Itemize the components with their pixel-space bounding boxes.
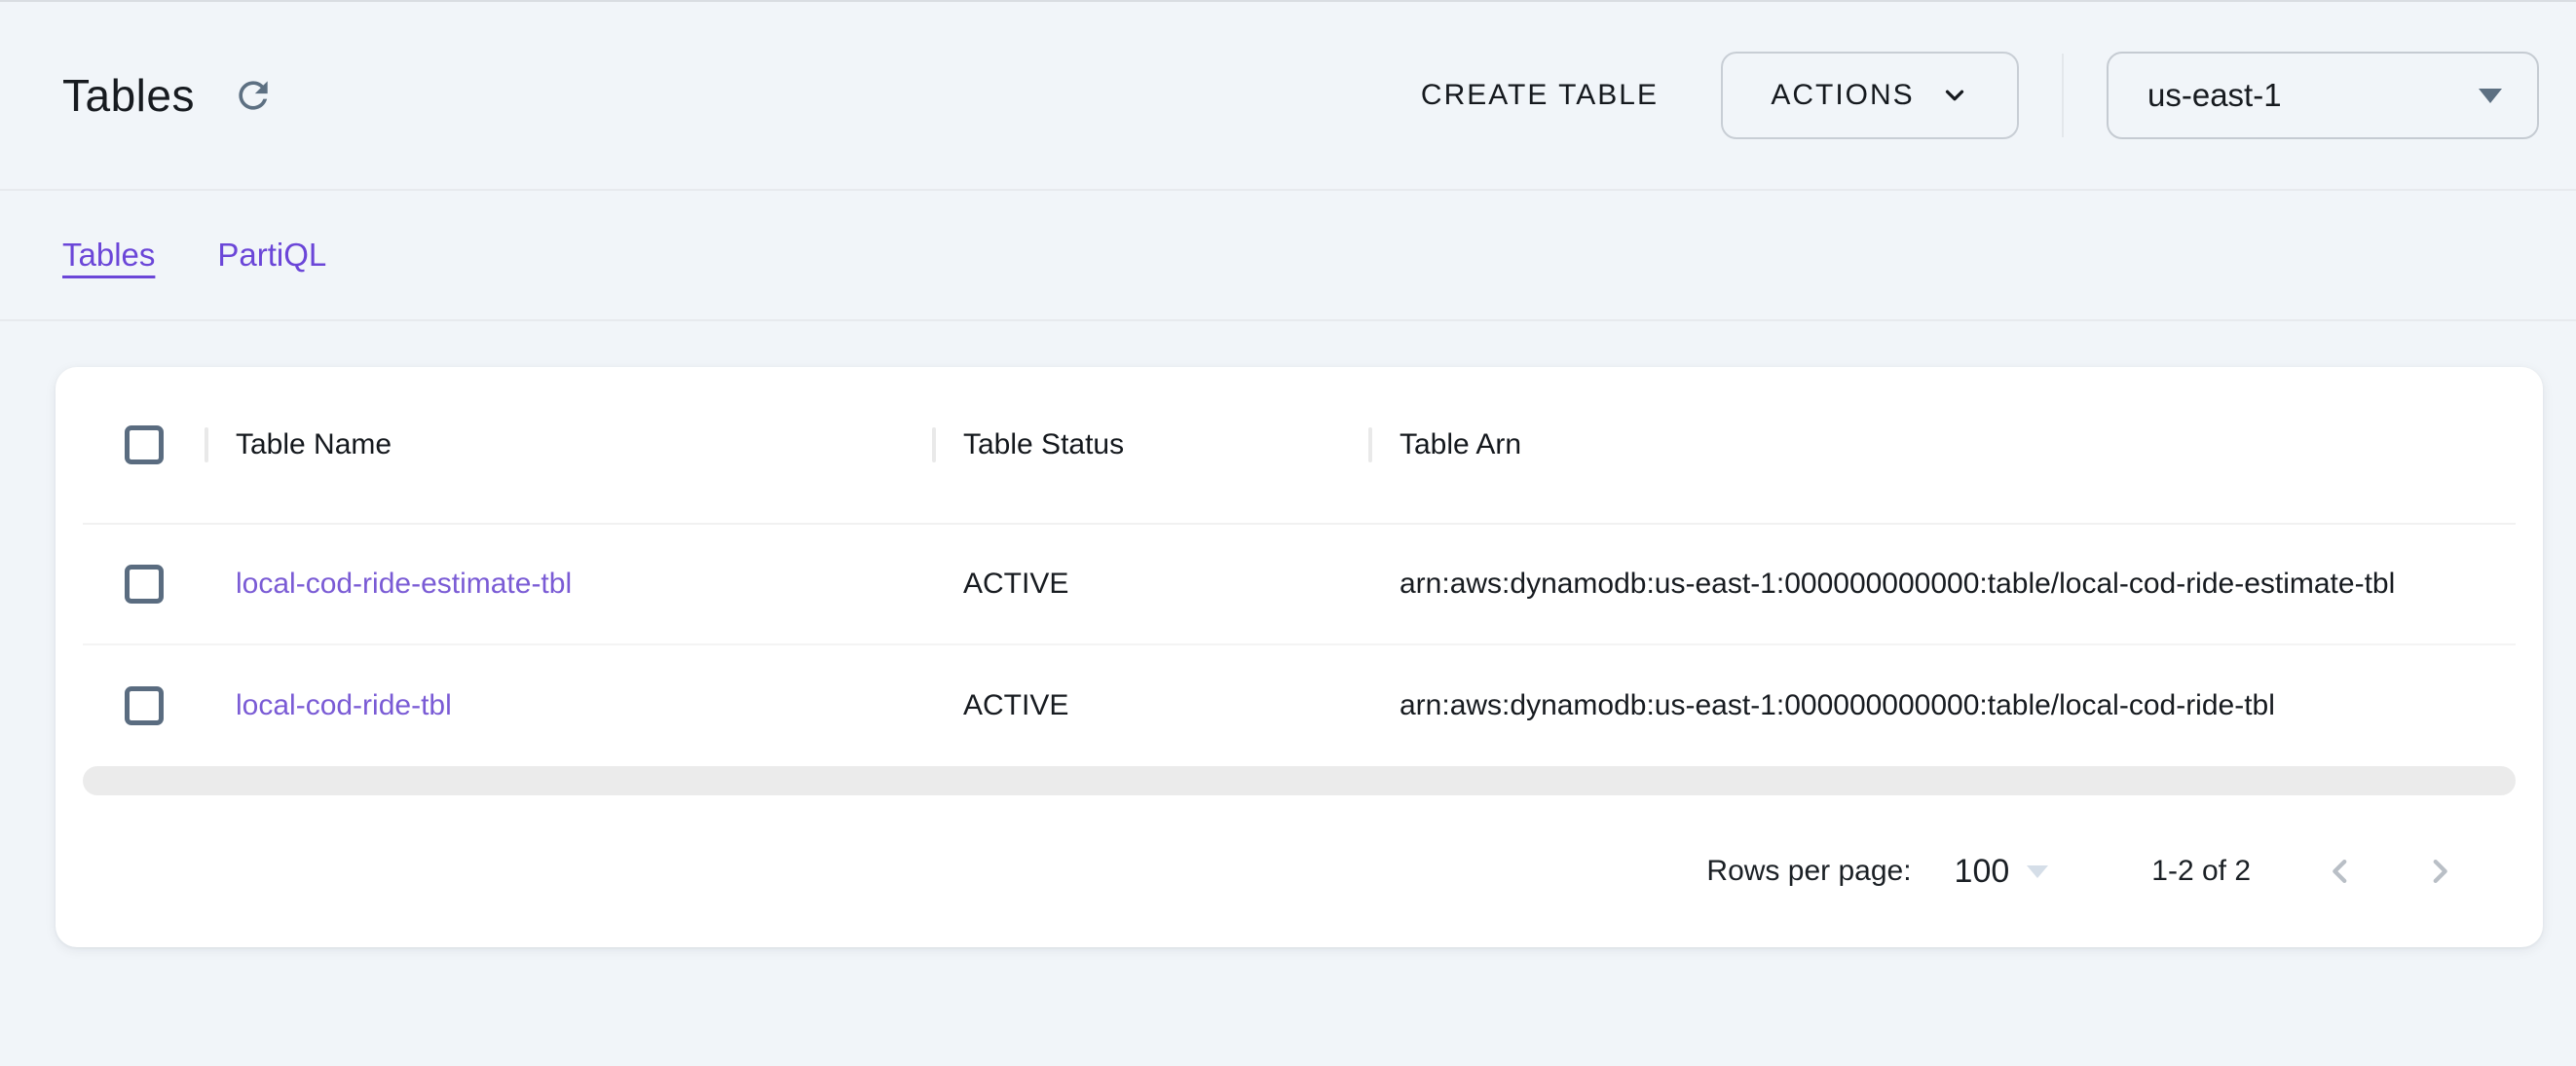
tab-partiql[interactable]: PartiQL [217, 237, 326, 274]
pagination-range-label: 1-2 of 2 [2151, 855, 2251, 888]
page-title: Tables [62, 69, 195, 122]
next-page-button[interactable] [2410, 842, 2469, 901]
actions-button-label: ACTIONS [1771, 79, 1914, 112]
table-status-value: ACTIVE [963, 568, 1068, 601]
table-name-link[interactable]: local-cod-ride-estimate-tbl [236, 568, 572, 601]
table-arn-value: arn:aws:dynamodb:us-east-1:000000000000:… [1400, 568, 2395, 601]
column-separator [1368, 427, 1372, 462]
row-checkbox[interactable] [125, 565, 164, 604]
chevron-left-icon [2324, 855, 2357, 888]
horizontal-scrollbar[interactable] [83, 766, 2516, 795]
row-checkbox-cell [83, 565, 205, 604]
table-header-name-cell: Table Name [205, 427, 932, 462]
tables-card: Table Name Table Status Table Arn local-… [56, 367, 2543, 947]
row-name-cell: local-cod-ride-estimate-tbl [205, 568, 932, 601]
region-select[interactable]: us-east-1 [2107, 52, 2539, 139]
row-checkbox[interactable] [125, 686, 164, 725]
table-row: local-cod-ride-estimate-tbl ACTIVE arn:a… [83, 525, 2516, 645]
rows-per-page-label: Rows per page: [1706, 855, 1911, 888]
row-checkbox-cell [83, 686, 205, 725]
select-all-checkbox[interactable] [125, 425, 164, 464]
row-arn-cell: arn:aws:dynamodb:us-east-1:000000000000:… [1368, 568, 2516, 601]
row-status-cell: ACTIVE [932, 689, 1368, 722]
table-header-status-cell: Table Status [932, 427, 1368, 462]
chevron-down-icon [1940, 81, 1969, 110]
row-arn-cell: arn:aws:dynamodb:us-east-1:000000000000:… [1368, 689, 2516, 722]
rows-per-page-select[interactable]: 100 [1955, 853, 2049, 891]
table-row: local-cod-ride-tbl ACTIVE arn:aws:dynamo… [83, 645, 2516, 766]
column-separator [205, 427, 208, 462]
tabs-bar: Tables PartiQL [0, 191, 2576, 321]
header-divider [2062, 54, 2064, 137]
row-name-cell: local-cod-ride-tbl [205, 689, 932, 722]
table-name-link[interactable]: local-cod-ride-tbl [236, 689, 452, 722]
dropdown-caret-icon [2479, 89, 2502, 103]
column-header-table-arn: Table Arn [1400, 428, 1521, 461]
table-header-row: Table Name Table Status Table Arn [83, 367, 2516, 525]
rows-per-page-value: 100 [1955, 853, 2010, 891]
actions-button[interactable]: ACTIONS [1721, 52, 2019, 139]
previous-page-button[interactable] [2311, 842, 2370, 901]
column-separator [932, 427, 936, 462]
create-table-button[interactable]: CREATE TABLE [1421, 79, 1659, 112]
region-select-value: us-east-1 [2147, 77, 2282, 114]
refresh-icon [232, 74, 275, 117]
dropdown-caret-icon [2027, 865, 2048, 878]
table-status-value: ACTIVE [963, 689, 1068, 722]
table-arn-value: arn:aws:dynamodb:us-east-1:000000000000:… [1400, 689, 2275, 722]
column-header-table-status: Table Status [963, 428, 1124, 461]
table-header-checkbox-cell [83, 425, 205, 464]
pagination-bar: Rows per page: 100 1-2 of 2 [83, 795, 2516, 947]
chevron-right-icon [2423, 855, 2456, 888]
column-header-table-name: Table Name [236, 428, 392, 461]
app-header: Tables CREATE TABLE ACTIONS us-east-1 [0, 2, 2576, 191]
row-status-cell: ACTIVE [932, 568, 1368, 601]
tab-tables[interactable]: Tables [62, 237, 155, 274]
refresh-button[interactable] [230, 72, 277, 119]
table-header-arn-cell: Table Arn [1368, 427, 2516, 462]
